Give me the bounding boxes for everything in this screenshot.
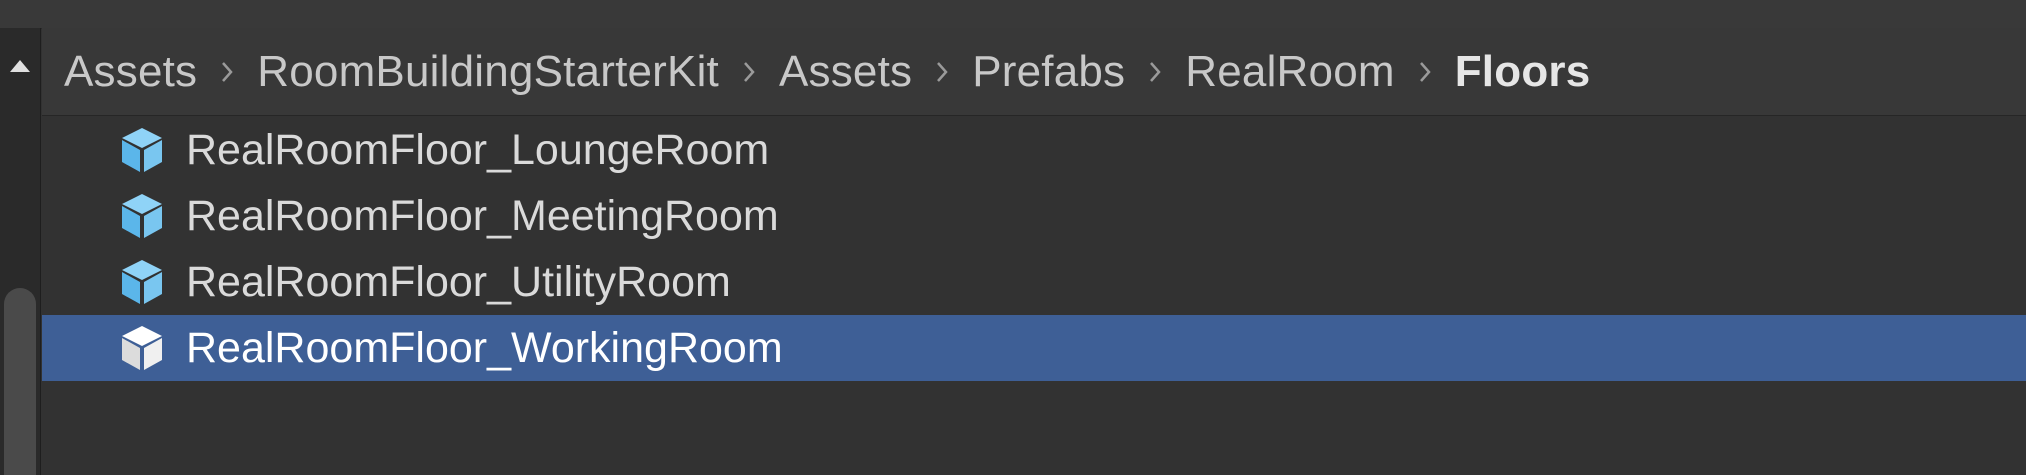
breadcrumb-item-prefabs[interactable]: Prefabs [972, 47, 1125, 97]
prefab-cube-icon [114, 188, 170, 244]
breadcrumb: Assets RoomBuildingStarterKit Assets Pre… [42, 28, 2026, 116]
prefab-cube-icon [114, 254, 170, 310]
chevron-right-icon [719, 50, 779, 94]
list-item-label: RealRoomFloor_LoungeRoom [186, 125, 770, 174]
scroll-up-arrow-icon[interactable] [0, 46, 40, 86]
chevron-right-icon [1395, 50, 1455, 94]
chevron-right-icon [197, 50, 257, 94]
vertical-scrollbar[interactable] [0, 28, 41, 475]
breadcrumb-item-assets-sub[interactable]: Assets [779, 47, 912, 97]
list-item-label: RealRoomFloor_UtilityRoom [186, 257, 731, 306]
list-item[interactable]: RealRoomFloor_MeetingRoom [42, 183, 2026, 249]
list-item-selected[interactable]: RealRoomFloor_WorkingRoom [42, 315, 2026, 381]
prefab-cube-icon [114, 122, 170, 178]
project-browser-panel: Assets RoomBuildingStarterKit Assets Pre… [0, 0, 2026, 475]
breadcrumb-item-floors[interactable]: Floors [1455, 47, 1591, 97]
list-item-label: RealRoomFloor_MeetingRoom [186, 191, 779, 240]
chevron-right-icon [912, 50, 972, 94]
asset-list: RealRoomFloor_LoungeRoom RealRoomFloor_M… [42, 117, 2026, 381]
scrollbar-thumb[interactable] [4, 288, 36, 475]
prefab-cube-icon [114, 320, 170, 376]
breadcrumb-item-assets[interactable]: Assets [64, 47, 197, 97]
list-item[interactable]: RealRoomFloor_LoungeRoom [42, 117, 2026, 183]
chevron-right-icon [1125, 50, 1185, 94]
breadcrumb-item-roombuildingstarterkit[interactable]: RoomBuildingStarterKit [257, 47, 719, 97]
list-item[interactable]: RealRoomFloor_UtilityRoom [42, 249, 2026, 315]
list-item-label: RealRoomFloor_WorkingRoom [186, 323, 783, 372]
breadcrumb-item-realroom[interactable]: RealRoom [1185, 47, 1394, 97]
panel-header-strip [0, 0, 2026, 29]
